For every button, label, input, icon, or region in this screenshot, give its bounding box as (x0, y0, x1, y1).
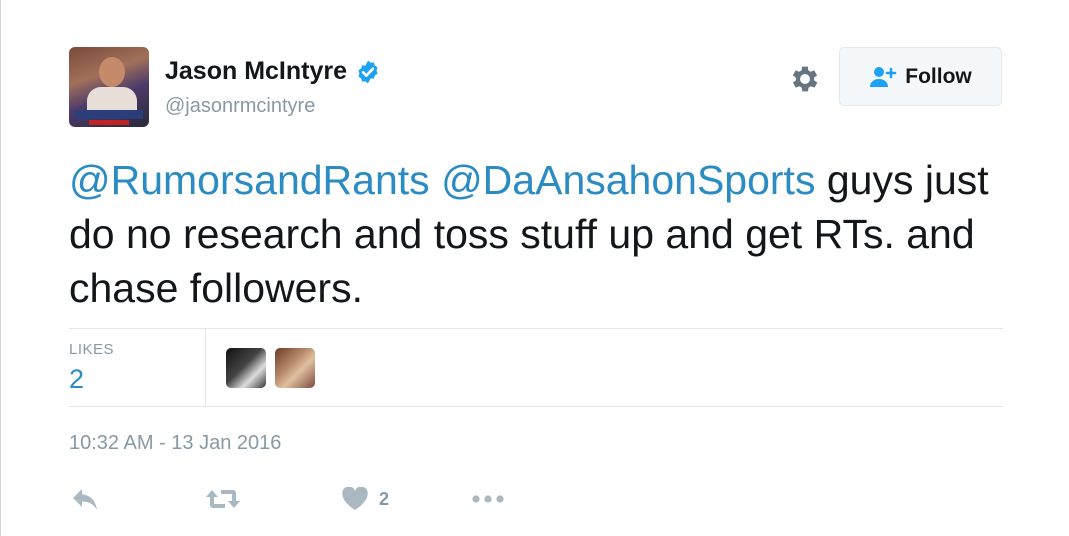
avatar-head (99, 57, 125, 87)
user-name-row[interactable]: Jason McIntyre (165, 57, 381, 86)
profile-avatar[interactable] (69, 47, 149, 127)
like-button[interactable]: 2 (341, 482, 389, 516)
gear-icon[interactable] (788, 62, 822, 96)
more-button[interactable] (471, 482, 505, 516)
tweet-text: @RumorsandRants @DaAnsahonSports guys ju… (69, 153, 999, 315)
retweet-icon (206, 490, 240, 508)
stats-vertical-divider (205, 329, 206, 406)
more-icon (472, 495, 504, 503)
mention-link[interactable]: @DaAnsahonSports (441, 157, 815, 203)
reply-button[interactable] (71, 482, 101, 516)
tweet-timestamp[interactable]: 10:32 AM - 13 Jan 2016 (69, 432, 281, 455)
retweet-button[interactable] (205, 482, 241, 516)
heart-icon (342, 487, 368, 510)
user-name[interactable]: Jason McIntyre (165, 57, 347, 86)
liker-avatar[interactable] (226, 348, 266, 388)
follow-button-label: Follow (905, 64, 972, 88)
mention-link[interactable]: @RumorsandRants (69, 157, 430, 203)
add-user-icon (870, 66, 897, 87)
follow-button[interactable]: Follow (839, 47, 1002, 106)
verified-icon (358, 60, 378, 83)
stats-top-divider (69, 328, 1003, 329)
stats-bottom-divider (69, 406, 1003, 407)
user-handle[interactable]: @jasonrmcintyre (165, 95, 315, 118)
likes-label: LIKES (69, 341, 115, 358)
avatar-tv-banner (75, 110, 143, 119)
likes-count[interactable]: 2 (69, 364, 84, 395)
reply-icon (73, 489, 97, 510)
avatar-tv-banner-accent (89, 120, 129, 125)
liker-avatar[interactable] (275, 348, 315, 388)
like-action-count: 2 (379, 488, 390, 509)
